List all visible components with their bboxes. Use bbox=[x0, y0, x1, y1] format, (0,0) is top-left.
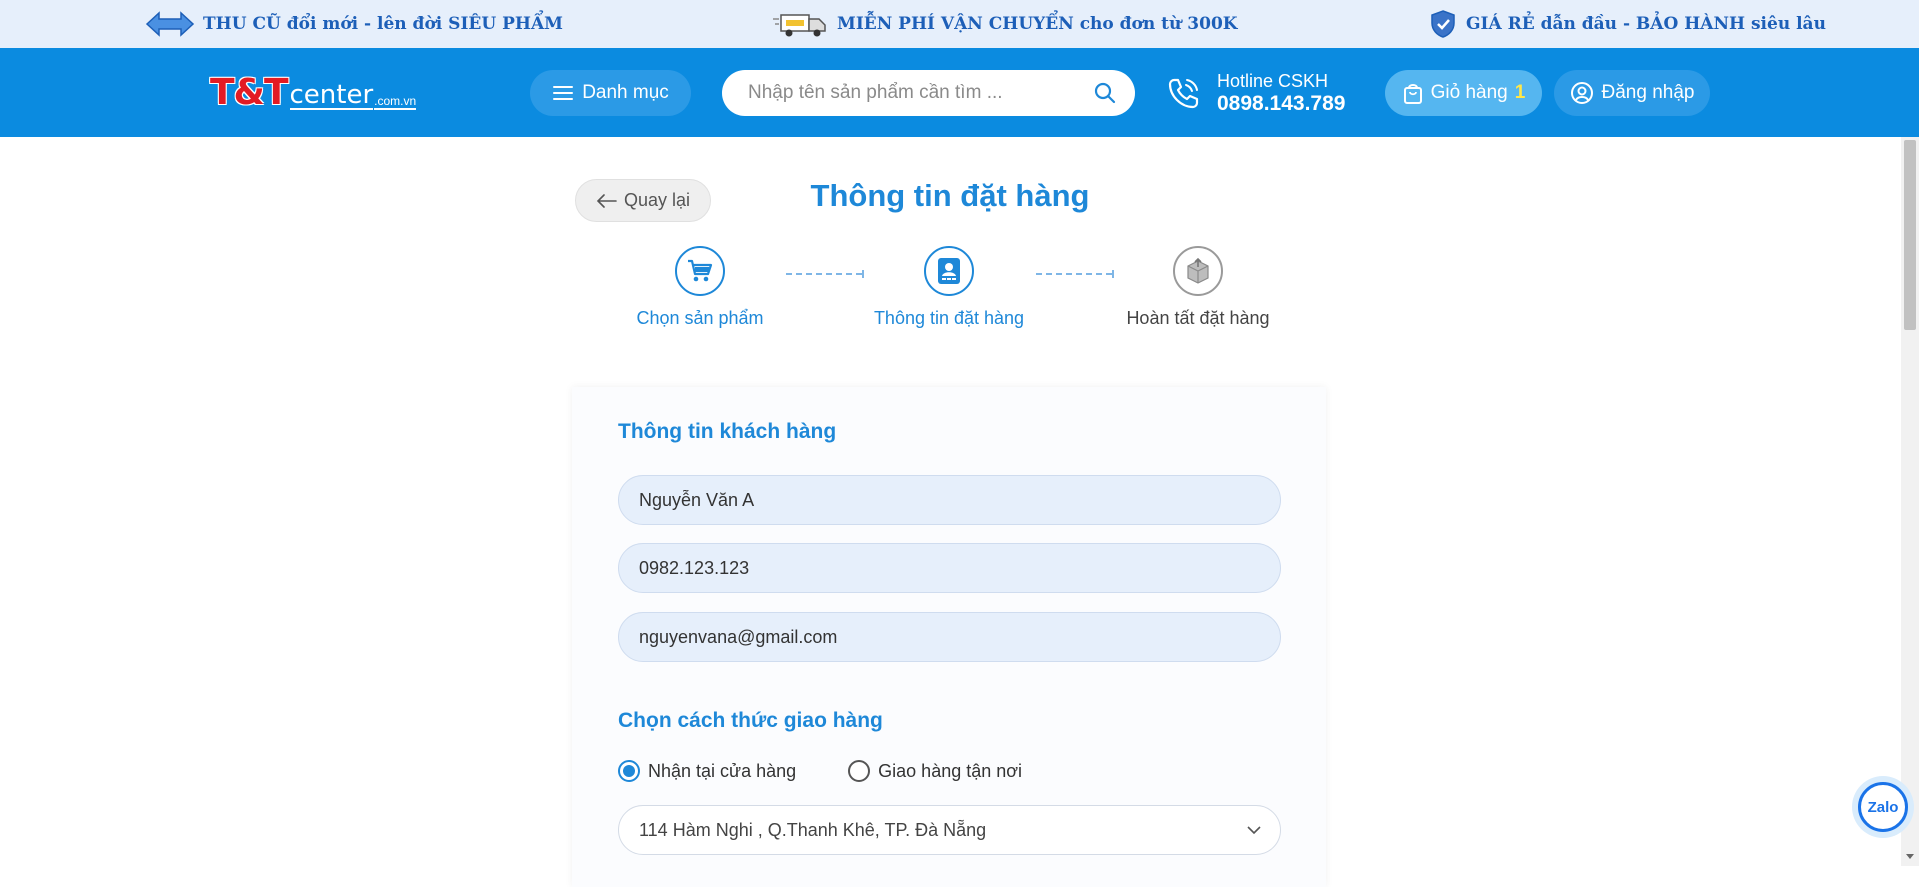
promo-warranty-text: GIÁ RẺ dẫn đầu - BẢO HÀNH siêu lâu bbox=[1466, 14, 1826, 34]
search-bar bbox=[722, 70, 1135, 116]
login-label: Đăng nhập bbox=[1601, 82, 1695, 103]
search-icon[interactable] bbox=[1093, 81, 1117, 105]
scroll-down-arrow-icon[interactable] bbox=[1901, 848, 1919, 866]
shipping-method-options: Nhận tại cửa hàng Giao hàng tận nơi bbox=[618, 760, 1074, 782]
double-arrow-icon bbox=[145, 11, 195, 37]
id-card-icon bbox=[938, 258, 960, 284]
logo-main-text: T&T bbox=[210, 72, 289, 113]
name-field bbox=[618, 475, 1281, 525]
email-field bbox=[618, 612, 1281, 662]
radio-pickup-option[interactable]: Nhận tại cửa hàng bbox=[618, 760, 796, 782]
zalo-label: Zalo bbox=[1867, 798, 1899, 816]
page-scrollbar[interactable] bbox=[1901, 137, 1919, 866]
phone-field bbox=[618, 543, 1281, 593]
promo-trade-in-text: THU CŨ đổi mới - lên đời SIÊU PHẨM bbox=[203, 14, 563, 34]
step-order-info[interactable]: Thông tin đặt hàng bbox=[839, 246, 1059, 329]
cart-icon bbox=[688, 259, 713, 282]
shopping-bag-icon bbox=[1403, 84, 1422, 104]
step-circle bbox=[924, 246, 974, 296]
hotline[interactable]: Hotline CSKH 0898.143.789 bbox=[1165, 70, 1345, 116]
chevron-down-icon bbox=[1247, 826, 1261, 835]
step-choose-product[interactable]: Chọn sản phẩm bbox=[590, 246, 810, 329]
truck-icon bbox=[773, 14, 826, 37]
radio-pickup-label: Nhận tại cửa hàng bbox=[648, 760, 797, 781]
promo-free-shipping[interactable]: MIỄN PHÍ VẬN CHUYỂN cho đơn từ 300K bbox=[773, 0, 1238, 48]
hotline-number[interactable]: 0898.143.789 bbox=[1217, 92, 1345, 116]
category-menu-label: Danh mục bbox=[582, 82, 669, 103]
logo-domain-text: .com.vn bbox=[374, 94, 417, 110]
promo-free-shipping-text: MIỄN PHÍ VẬN CHUYỂN cho đơn từ 300K bbox=[837, 14, 1238, 34]
arrow-left-icon bbox=[596, 193, 617, 208]
promo-trade-in[interactable]: THU CŨ đổi mới - lên đời SIÊU PHẨM bbox=[145, 0, 563, 48]
page-title: Thông tin đặt hàng bbox=[810, 178, 1090, 213]
zalo-chat-button[interactable]: Zalo bbox=[1852, 776, 1914, 838]
logo-center-text: center bbox=[289, 80, 374, 110]
category-menu-button[interactable]: Danh mục bbox=[530, 70, 691, 116]
back-label: Quay lại bbox=[623, 190, 691, 210]
promo-warranty[interactable]: GIÁ RẺ dẫn đầu - BẢO HÀNH siêu lâu bbox=[1428, 0, 1826, 48]
email-input[interactable] bbox=[639, 626, 1260, 648]
radio-delivery-button[interactable] bbox=[848, 760, 871, 782]
customer-info-title: Thông tin khách hàng bbox=[618, 420, 837, 443]
back-button[interactable]: Quay lại bbox=[575, 179, 711, 222]
store-address-value: 114 Hàm Nghi , Q.Thanh Khê, TP. Đà Nẵng bbox=[639, 819, 987, 840]
hamburger-icon bbox=[553, 86, 574, 100]
radio-delivery-label: Giao hàng tận nơi bbox=[878, 760, 1023, 781]
promo-bar: THU CŨ đổi mới - lên đời SIÊU PHẨM MIỄN … bbox=[0, 0, 1919, 48]
search-input[interactable] bbox=[748, 82, 1093, 104]
user-circle-icon bbox=[1570, 82, 1593, 104]
phone-icon bbox=[1168, 78, 1199, 109]
step-circle bbox=[675, 246, 725, 296]
step-label: Chọn sản phẩm bbox=[636, 308, 764, 328]
shipping-method-title: Chọn cách thức giao hàng bbox=[618, 709, 883, 732]
phone-input[interactable] bbox=[639, 557, 1260, 579]
step-label: Thông tin đặt hàng bbox=[873, 308, 1025, 328]
cart-button[interactable]: Giỏ hàng 1 bbox=[1385, 70, 1542, 116]
step-circle bbox=[1173, 246, 1223, 296]
step-complete-order[interactable]: Hoàn tất đặt hàng bbox=[1088, 246, 1308, 329]
shield-check-icon bbox=[1431, 10, 1455, 38]
name-input[interactable] bbox=[639, 489, 1260, 511]
hotline-label: Hotline CSKH bbox=[1217, 71, 1329, 91]
step-label: Hoàn tất đặt hàng bbox=[1126, 308, 1270, 328]
radio-pickup-button[interactable] bbox=[618, 760, 640, 782]
logo[interactable]: T&T center .com.vn bbox=[210, 72, 417, 113]
radio-delivery-option[interactable]: Giao hàng tận nơi bbox=[848, 760, 1022, 782]
login-button[interactable]: Đăng nhập bbox=[1554, 70, 1710, 116]
zalo-icon: Zalo bbox=[1858, 782, 1908, 832]
scroll-thumb[interactable] bbox=[1904, 140, 1916, 330]
store-address-select[interactable]: 114 Hàm Nghi , Q.Thanh Khê, TP. Đà Nẵng bbox=[618, 805, 1281, 855]
cart-count-badge: 1 bbox=[1514, 82, 1526, 103]
box-icon bbox=[1187, 257, 1209, 284]
cart-label: Giỏ hàng bbox=[1430, 82, 1508, 103]
